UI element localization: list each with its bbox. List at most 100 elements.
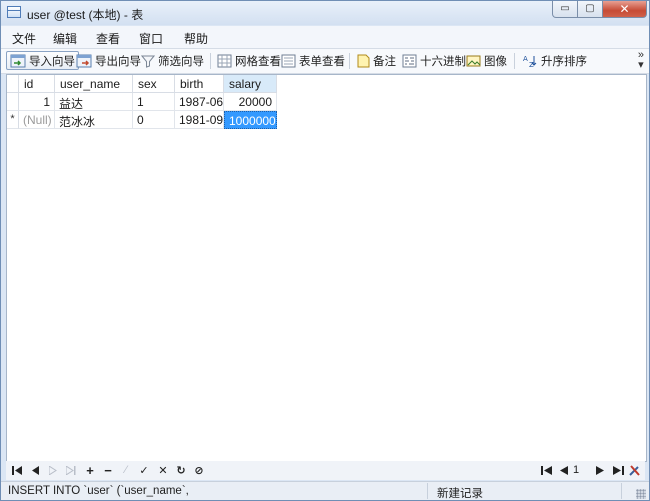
table-cell-birth[interactable]: 1981-09-1 [175, 111, 224, 129]
refresh-icon: ↻ [176, 464, 186, 477]
image-button[interactable]: 图像 [463, 51, 510, 70]
delete-record-button[interactable]: − [101, 462, 115, 478]
menu-help[interactable]: 帮助 [184, 30, 208, 47]
hex-label: 十六进制 [420, 55, 466, 68]
sort-ascending-button[interactable]: AZ 升序排序 [519, 51, 590, 70]
table-cell-id[interactable]: 1 [19, 93, 55, 111]
row-indicator-header [7, 75, 19, 93]
table-cell-user-name[interactable]: 范冰冰 [55, 111, 133, 129]
filter-label: 筛选向导 [158, 55, 204, 68]
window-title: user @test (本地) - 表 [27, 8, 144, 22]
first-page-button[interactable] [539, 463, 553, 477]
status-sql-text: INSERT INTO `user` (`user_name`, [4, 483, 428, 499]
grid-view-label: 网格查看 [235, 55, 281, 68]
menu-window[interactable]: 窗口 [139, 30, 163, 47]
apply-changes-button[interactable]: ✓ [137, 463, 151, 477]
add-record-button[interactable]: + [83, 462, 97, 478]
close-button[interactable]: ✕ [603, 1, 647, 18]
grid-view-icon [217, 54, 232, 67]
memo-button[interactable]: 备注 [354, 51, 399, 70]
close-icon: ✕ [619, 2, 630, 16]
last-record-icon [66, 465, 76, 475]
table-cell-sex[interactable]: 1 [133, 93, 175, 111]
dropdown-arrow-icon: ▾ [638, 59, 644, 71]
column-header-salary[interactable]: salary [224, 75, 277, 93]
column-header-user-name[interactable]: user_name [55, 75, 133, 93]
discard-changes-button[interactable]: ✕ [156, 463, 170, 477]
filter-icon [141, 55, 155, 68]
menu-file[interactable]: 文件 [12, 30, 36, 47]
table-cell-user-name[interactable]: 益达 [55, 93, 133, 111]
prior-record-icon [32, 465, 39, 475]
minimize-button[interactable]: ▭ [552, 1, 578, 18]
plus-icon: + [86, 462, 94, 478]
hex-icon [402, 54, 417, 67]
table-icon [7, 6, 21, 18]
status-bar: INSERT INTO `user` (`user_name`, 新建记录 [1, 481, 649, 500]
form-view-label: 表单查看 [299, 55, 345, 68]
sort-label: 升序排序 [541, 55, 587, 68]
export-label: 导出向导 [95, 55, 141, 68]
settings-button[interactable] [627, 463, 641, 477]
column-header-id[interactable]: id [19, 75, 55, 93]
svg-text:A: A [523, 55, 528, 63]
data-grid[interactable]: id user_name sex birth salary 1 益达 1 198… [6, 74, 647, 462]
first-page-icon [540, 465, 552, 475]
stop-icon: ⊘ [194, 464, 204, 477]
next-record-button[interactable] [46, 463, 60, 477]
tools-icon [628, 464, 640, 476]
table-window: user @test (本地) - 表 ▭ ▢ ✕ 文件 编辑 查看 窗口 帮助… [0, 0, 650, 501]
previous-page-button[interactable] [557, 463, 571, 477]
form-view-button[interactable]: 表单查看 [278, 51, 348, 70]
title-bar: user @test (本地) - 表 ▭ ▢ ✕ [1, 1, 649, 25]
filter-wizard-button[interactable]: 筛选向导 [138, 51, 207, 70]
memo-icon [357, 54, 370, 67]
next-record-icon [49, 465, 57, 475]
next-page-icon [596, 465, 604, 475]
last-record-button[interactable] [64, 463, 78, 477]
table-cell-birth[interactable]: 1987-06-0 [175, 93, 224, 111]
toolbar-separator [210, 53, 211, 69]
next-page-button[interactable] [593, 463, 607, 477]
minus-icon: − [104, 462, 112, 478]
menu-edit[interactable]: 编辑 [53, 30, 77, 47]
toolbar-separator [514, 53, 515, 69]
menu-view[interactable]: 查看 [96, 30, 120, 47]
table-cell-id[interactable]: (Null) [19, 111, 55, 129]
table-cell-salary[interactable]: 20000 [224, 93, 277, 111]
import-label: 导入向导 [29, 55, 75, 68]
row-indicator[interactable] [7, 93, 19, 111]
previous-page-icon [560, 465, 568, 475]
resize-grip-icon[interactable] [636, 489, 646, 499]
column-header-birth[interactable]: birth [175, 75, 224, 93]
last-page-button[interactable] [611, 463, 625, 477]
minimize-icon: ▭ [560, 3, 570, 14]
maximize-button[interactable]: ▢ [578, 1, 603, 18]
memo-label: 备注 [373, 55, 396, 68]
toolbar-separator [349, 53, 350, 69]
grid-view-button[interactable]: 网格查看 [214, 51, 284, 70]
prior-record-button[interactable] [28, 463, 42, 477]
menu-bar: 文件 编辑 查看 窗口 帮助 [1, 26, 649, 49]
cross-icon: ✕ [158, 464, 168, 477]
first-record-button[interactable] [10, 463, 24, 477]
edit-record-button[interactable]: ⁄ [119, 463, 133, 477]
table-cell-sex[interactable]: 0 [133, 111, 175, 129]
edit-icon: ⁄ [125, 464, 127, 476]
import-wizard-button[interactable]: 导入向导 [6, 51, 79, 70]
new-record-indicator[interactable]: * [7, 111, 19, 129]
export-wizard-button[interactable]: 导出向导 [73, 51, 144, 70]
first-record-icon [12, 465, 22, 475]
stop-button[interactable]: ⊘ [192, 463, 206, 477]
sort-ascending-icon: AZ [523, 55, 537, 68]
toolbar-overflow-button[interactable]: » ▾ [638, 50, 644, 71]
table-cell-salary-selected[interactable]: 10000000 [224, 111, 277, 129]
check-icon: ✓ [139, 464, 149, 477]
column-header-sex[interactable]: sex [133, 75, 175, 93]
refresh-button[interactable]: ↻ [174, 463, 188, 477]
image-label: 图像 [484, 55, 507, 68]
maximize-icon: ▢ [585, 3, 595, 14]
hex-button[interactable]: 十六进制 [399, 51, 469, 70]
form-view-icon [281, 54, 296, 67]
status-mode-text: 新建记录 [432, 483, 622, 500]
